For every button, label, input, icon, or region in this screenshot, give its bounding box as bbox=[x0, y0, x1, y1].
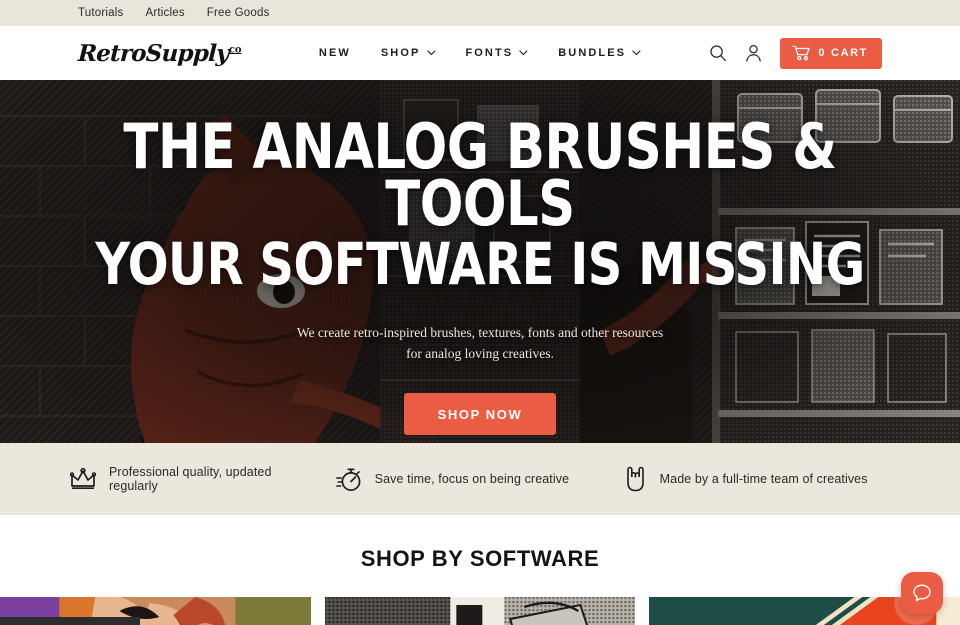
chevron-down-icon bbox=[632, 50, 641, 56]
benefit-label-quality: Professional quality, updated regularly bbox=[109, 465, 272, 493]
nav-item-shop[interactable]: SHOP bbox=[381, 47, 436, 59]
nav-item-bundles[interactable]: BUNDLES bbox=[558, 47, 641, 59]
benefit-item-quality: Professional quality, updated regularly bbox=[70, 465, 324, 493]
hero-headline-line-1: THE ANALOG BRUSHES & TOOLS bbox=[123, 110, 837, 241]
benefit-label-team: Made by a full-time team of creatives bbox=[659, 472, 868, 486]
logo-text: RetroSupply bbox=[77, 39, 230, 67]
software-card-list: PROCREATE Save 20% bbox=[0, 597, 960, 625]
nav-item-new[interactable]: NEW bbox=[319, 47, 351, 59]
benefit-item-savetime: Save time, focus on being creative bbox=[324, 467, 610, 492]
save-badge-procreate: Save 20% bbox=[0, 617, 140, 625]
top-utility-bar: Tutorials Articles Free Goods bbox=[0, 0, 960, 26]
hero-headline: THE ANALOG BRUSHES & TOOLS YOUR SOFTWARE… bbox=[38, 115, 921, 299]
search-icon bbox=[710, 45, 727, 62]
hero-headline-line-2: YOUR SOFTWARE IS MISSING bbox=[95, 230, 865, 299]
shop-now-button[interactable]: SHOP NOW bbox=[403, 393, 557, 436]
chevron-down-icon bbox=[426, 50, 435, 56]
logo-suffix: co bbox=[228, 43, 242, 55]
benefits-bar: Professional quality, updated regularly … bbox=[0, 443, 960, 515]
stopwatch-icon bbox=[335, 468, 361, 491]
nav-label-shop: SHOP bbox=[380, 47, 421, 59]
topbar-link-tutorials[interactable]: Tutorials bbox=[78, 7, 123, 19]
chat-bubble-icon bbox=[913, 584, 931, 602]
nav-label-bundles: BUNDLES bbox=[558, 47, 627, 59]
main-navigation: NEW SHOP FONTS BUNDLES bbox=[319, 47, 641, 59]
page-root: Tutorials Articles Free Goods RetroSuppl… bbox=[0, 0, 960, 625]
cart-label: CART bbox=[831, 47, 868, 59]
section-heading-shop-by-software: SHOP BY SOFTWARE bbox=[360, 546, 600, 571]
crown-icon bbox=[70, 468, 96, 490]
nav-item-fonts[interactable]: FONTS bbox=[465, 47, 528, 59]
cart-icon bbox=[792, 45, 811, 61]
hero-section: THE ANALOG BRUSHES & TOOLS YOUR SOFTWARE… bbox=[0, 80, 960, 443]
search-button[interactable] bbox=[709, 44, 727, 62]
chat-launcher-button[interactable] bbox=[901, 572, 943, 614]
shop-by-software-section: SHOP BY SOFTWARE PROCREATE Save 20% bbox=[0, 515, 960, 625]
benefit-item-team: Made by a full-time team of creatives bbox=[610, 466, 890, 492]
account-button[interactable] bbox=[745, 44, 762, 62]
topbar-link-articles[interactable]: Articles bbox=[145, 7, 184, 19]
benefit-label-savetime: Save time, focus on being creative bbox=[374, 472, 570, 486]
nav-label-fonts: FONTS bbox=[465, 47, 514, 59]
nav-label-new: NEW bbox=[318, 47, 351, 59]
site-header: RetroSupplyco NEW SHOP FONTS BUNDLES 0 C… bbox=[0, 26, 960, 80]
user-icon bbox=[746, 44, 762, 62]
software-card-photoshop[interactable]: PHOTOSHOP bbox=[324, 597, 636, 625]
hero-content: THE ANALOG BRUSHES & TOOLS YOUR SOFTWARE… bbox=[0, 80, 960, 443]
topbar-link-free-goods[interactable]: Free Goods bbox=[207, 7, 270, 19]
rock-hand-icon bbox=[626, 466, 644, 492]
software-card-procreate[interactable]: PROCREATE Save 20% bbox=[0, 597, 311, 625]
cart-count: 0 bbox=[818, 47, 826, 59]
photoshop-card-art bbox=[324, 597, 636, 625]
hero-subtitle: We create retro-inspired brushes, textur… bbox=[296, 325, 664, 362]
header-actions: 0 CART bbox=[709, 37, 882, 69]
site-logo[interactable]: RetroSupplyco bbox=[77, 40, 242, 67]
chevron-down-icon bbox=[519, 50, 528, 56]
cart-button[interactable]: 0 CART bbox=[780, 37, 882, 69]
